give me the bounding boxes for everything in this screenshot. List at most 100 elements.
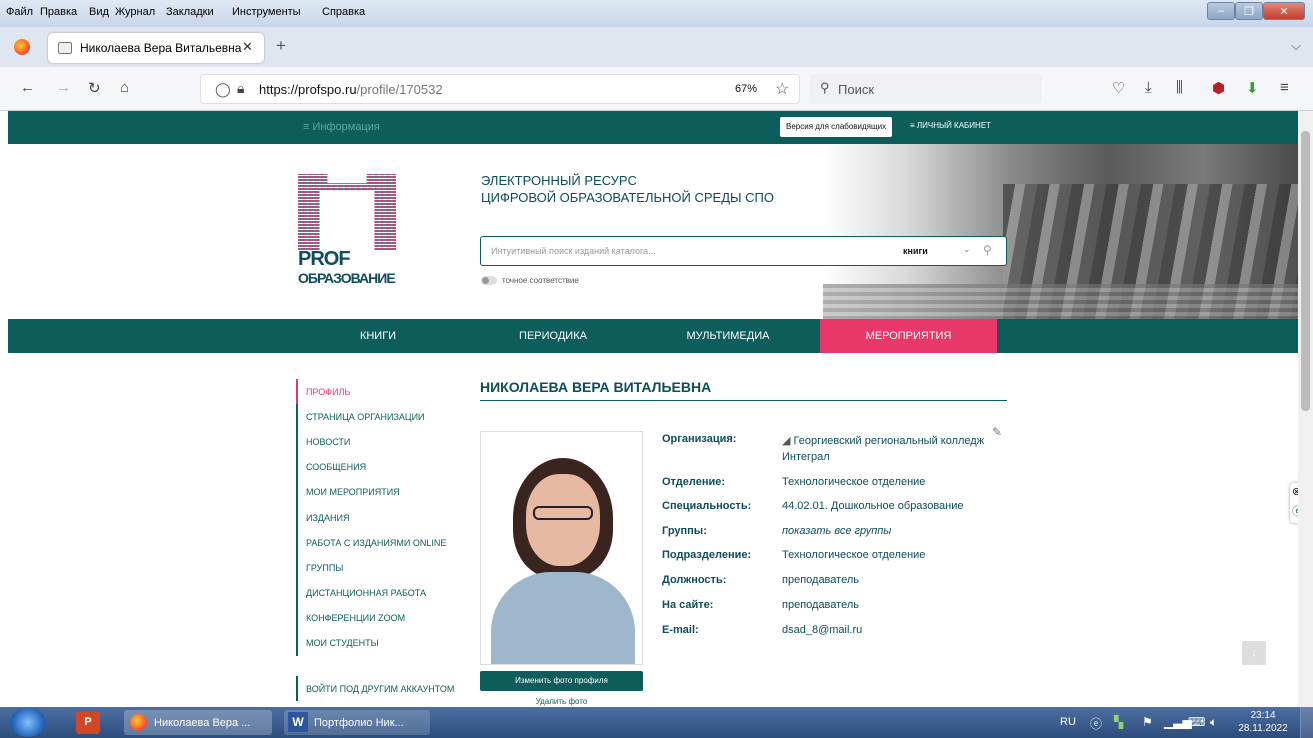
cabinet-link[interactable]: ≡ ЛИЧНЫЙ КАБИНЕТ	[910, 121, 991, 130]
zoom-level[interactable]: 67%	[735, 83, 757, 95]
minimize-icon[interactable]: –	[1207, 2, 1235, 20]
download-helper-icon[interactable]: ⬇	[1246, 79, 1259, 97]
menu-history[interactable]: Журнал	[115, 6, 155, 18]
tray-device-icon[interactable]: ⌨	[1188, 715, 1205, 729]
field-label-division: Подразделение:	[662, 549, 752, 561]
catalog-search-field[interactable]: Интуитивный поиск изданий каталога... кн…	[480, 236, 1007, 266]
menu-file[interactable]: Файл	[6, 6, 33, 18]
url-host: https://profspo.ru	[259, 82, 357, 97]
maximize-icon[interactable]: ❐	[1235, 2, 1263, 20]
show-groups-link[interactable]: показать все группы	[782, 525, 891, 537]
search-icon[interactable]: ⚲	[983, 243, 992, 257]
url-text: https://profspo.ru/profile/170532	[259, 82, 443, 97]
search-field[interactable]: ⚲ Поиск	[810, 74, 1042, 104]
window-controls: – ❐ ✕	[1207, 2, 1305, 20]
delete-photo-link[interactable]: Удалить фото	[480, 697, 643, 706]
taskbar-firefox-label: Николаева Вера ...	[154, 716, 251, 729]
menu-help[interactable]: Справка	[322, 6, 365, 18]
scrollbar-thumb[interactable]	[1301, 131, 1310, 411]
menu-tools[interactable]: Инструменты	[232, 6, 301, 18]
url-bar[interactable]: ◯ 🔒︎ https://profspo.ru/profile/170532 6…	[200, 74, 800, 104]
nav-multimedia[interactable]: МУЛЬТИМЕДИА	[648, 319, 808, 353]
menu-lines-icon: ≡	[910, 121, 917, 130]
language-indicator[interactable]: RU	[1060, 716, 1076, 728]
sidebar-item-publications[interactable]: ИЗДАНИЯ	[296, 504, 466, 531]
close-window-icon[interactable]: ✕	[1263, 2, 1305, 20]
sidebar-item-online-work[interactable]: РАБОТА С ИЗДАНИЯМИ ONLINE	[296, 530, 466, 556]
menu-edit[interactable]: Правка	[40, 6, 77, 18]
downloads-icon[interactable]: ⤓	[1145, 79, 1152, 96]
nav-periodicals[interactable]: ПЕРИОДИКА	[473, 319, 633, 353]
menu-view[interactable]: Вид	[89, 6, 109, 18]
library-icon[interactable]: ⫼	[1176, 79, 1183, 96]
search-icon: ⚲	[820, 80, 830, 95]
chevron-down-icon[interactable]: ⌄	[963, 244, 971, 255]
sidebar-item-my-events[interactable]: МОИ МЕРОПРИЯТИЯ	[296, 479, 466, 505]
ublock-icon[interactable]: ⬢	[1212, 79, 1225, 97]
field-value-department: Технологическое отделение	[782, 476, 926, 488]
new-tab-icon[interactable]: +	[276, 36, 286, 56]
word-icon: W	[288, 712, 308, 732]
firefox-icon	[130, 714, 147, 731]
profile-sidebar: ПРОФИЛЬ СТРАНИЦА ОРГАНИЗАЦИИ НОВОСТИ СОО…	[296, 379, 466, 702]
pocket-icon[interactable]: ♡	[1112, 79, 1125, 97]
org-flag-icon: ◢	[782, 435, 794, 447]
sidebar-item-messages[interactable]: СООБЩЕНИЯ	[296, 454, 466, 480]
clock[interactable]: 23:14 28.11.2022	[1232, 709, 1294, 735]
photo-face-shape	[526, 474, 600, 566]
field-label-position: Должность:	[662, 574, 727, 586]
main-nav: КНИГИ ПЕРИОДИКА МУЛЬТИМЕДИА МЕРОПРИЯТИЯ	[8, 319, 1298, 353]
show-desktop-button[interactable]	[1300, 707, 1313, 738]
browser-tab[interactable]: Николаева Вера Витальевна ✕	[48, 33, 264, 63]
tray-e-icon[interactable]: ⓔ	[1090, 715, 1102, 732]
volume-icon[interactable]: 🔈︎	[1210, 715, 1217, 730]
edit-icon[interactable]: ✎	[992, 425, 1002, 439]
forward-icon[interactable]: →	[56, 79, 71, 96]
tray-flag-icon[interactable]: ⚑	[1142, 715, 1153, 729]
resource-title: ЭЛЕКТРОННЫЙ РЕСУРС ЦИФРОВОЙ ОБРАЗОВАТЕЛЬ…	[481, 172, 774, 206]
browser-toolbar: ← → ↻ ⌂ ◯ 🔒︎ https://profspo.ru/profile/…	[0, 67, 1313, 111]
search-scope-select[interactable]: книги	[903, 246, 928, 256]
page-scrollbar[interactable]	[1298, 111, 1313, 707]
bookmark-star-icon[interactable]: ☆	[775, 79, 789, 99]
field-value-organization[interactable]: ◢ Георгиевский региональный колледж Инте…	[782, 433, 1002, 465]
photo-sweater-shape	[491, 572, 635, 664]
low-vision-button[interactable]: Версия для слабовидящих	[780, 117, 893, 137]
info-menu[interactable]: ≡ Информация	[303, 121, 380, 133]
home-icon[interactable]: ⌂	[120, 79, 129, 96]
firefox-icon[interactable]	[14, 39, 30, 55]
back-icon[interactable]: ←	[20, 79, 35, 96]
toggle-switch-icon[interactable]	[481, 276, 497, 285]
field-label-email: E-mail:	[662, 624, 699, 636]
menu-bookmarks[interactable]: Закладки	[166, 6, 214, 18]
taskbar-item-firefox[interactable]: Николаева Вера ...	[124, 710, 272, 735]
sidebar-item-my-students[interactable]: МОИ СТУДЕНТЫ	[296, 630, 466, 657]
change-photo-button[interactable]: Изменить фото профиля	[480, 671, 643, 691]
sidebar-item-zoom[interactable]: КОНФЕРЕНЦИИ ZOOM	[296, 605, 466, 631]
logo-mark-icon	[298, 174, 396, 250]
sidebar-item-other-account[interactable]: ВОЙТИ ПОД ДРУГИМ АККАУНТОМ	[296, 676, 466, 702]
tab-list-chevron-icon[interactable]: ⌵	[1291, 38, 1301, 54]
reload-icon[interactable]: ↻	[88, 79, 101, 97]
sidebar-item-organization[interactable]: СТРАНИЦА ОРГАНИЗАЦИИ	[296, 404, 466, 430]
nav-books[interactable]: КНИГИ	[298, 319, 458, 353]
sidebar-item-remote-work[interactable]: ДИСТАНЦИОННАЯ РАБОТА	[296, 580, 466, 606]
hamburger-menu-icon[interactable]: ≡	[1280, 79, 1289, 96]
exact-match-toggle[interactable]: точное соответствие	[481, 276, 579, 285]
sidebar-item-profile[interactable]: ПРОФИЛЬ	[296, 379, 466, 405]
powerpoint-icon[interactable]: P	[76, 711, 100, 734]
field-value-division: Технологическое отделение	[782, 549, 926, 561]
start-button-icon[interactable]	[10, 708, 46, 737]
logo-obrazovanie: ОБРАЗОВАНИЕ	[298, 270, 396, 286]
taskbar-item-word[interactable]: W Портфолио Ник...	[284, 710, 430, 735]
info-label: Информация	[312, 121, 380, 133]
shield-icon[interactable]: ◯	[215, 81, 231, 98]
tab-close-icon[interactable]: ✕	[242, 39, 253, 55]
tray-app-icon[interactable]: ▚	[1114, 715, 1123, 729]
scroll-down-arrow-icon[interactable]: ↓	[1242, 641, 1266, 665]
nav-events[interactable]: МЕРОПРИЯТИЯ	[820, 319, 997, 353]
sidebar-item-groups[interactable]: ГРУППЫ	[296, 555, 466, 581]
tab-title: Николаева Вера Витальевна	[80, 41, 242, 55]
lock-icon[interactable]: 🔒︎	[237, 80, 244, 97]
sidebar-item-news[interactable]: НОВОСТИ	[296, 429, 466, 455]
